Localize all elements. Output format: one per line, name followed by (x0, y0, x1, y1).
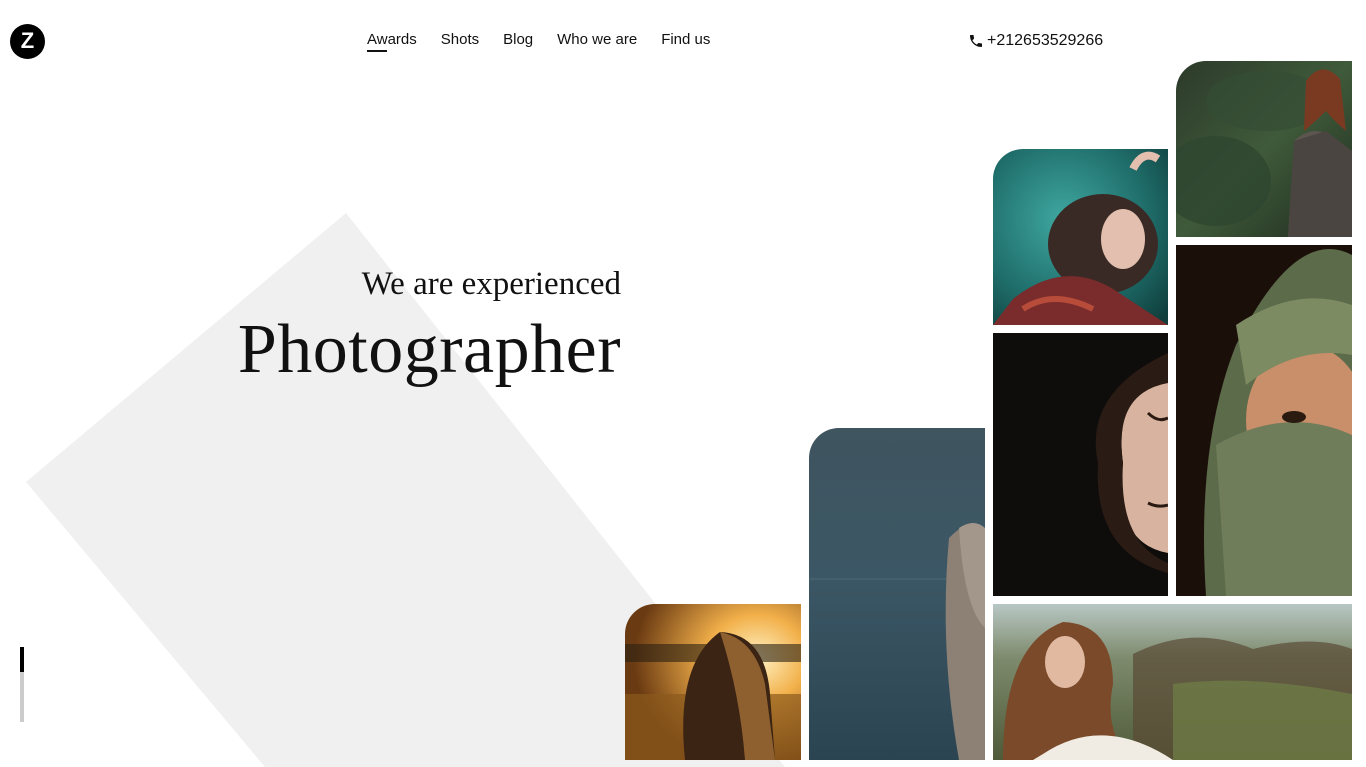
photo-woman-dark-profile[interactable] (993, 333, 1168, 596)
scroll-indicator-thumb[interactable] (20, 647, 24, 672)
phone-link[interactable]: +212653529266 (968, 32, 1103, 50)
logo-letter: Z (20, 27, 35, 53)
main-nav: Awards Shots Blog Who we are Find us (367, 31, 710, 52)
logo[interactable]: Z (10, 24, 45, 59)
photo-woman-water[interactable] (993, 149, 1168, 325)
page: Z Awards Shots Blog Who we are Find us +… (0, 0, 1366, 767)
photo-woman-scarf[interactable] (1176, 245, 1352, 596)
phone-number: +212653529266 (987, 32, 1104, 49)
photo-woman-forest[interactable] (1176, 61, 1352, 237)
photo-woman-sea[interactable] (809, 428, 985, 760)
nav-item-awards[interactable]: Awards (367, 31, 417, 52)
nav-item-shots[interactable]: Shots (441, 31, 479, 48)
nav-item-who-we-are[interactable]: Who we are (557, 31, 637, 48)
nav-item-blog[interactable]: Blog (503, 31, 533, 48)
hero-subtitle: We are experienced (361, 266, 621, 302)
photo-woman-field[interactable] (993, 604, 1352, 760)
scroll-indicator[interactable] (20, 647, 24, 722)
nav-item-find-us[interactable]: Find us (661, 31, 710, 48)
photo-woman-sunset[interactable] (625, 604, 801, 760)
phone-icon (970, 35, 982, 47)
hero-title: Photographer (237, 311, 621, 388)
